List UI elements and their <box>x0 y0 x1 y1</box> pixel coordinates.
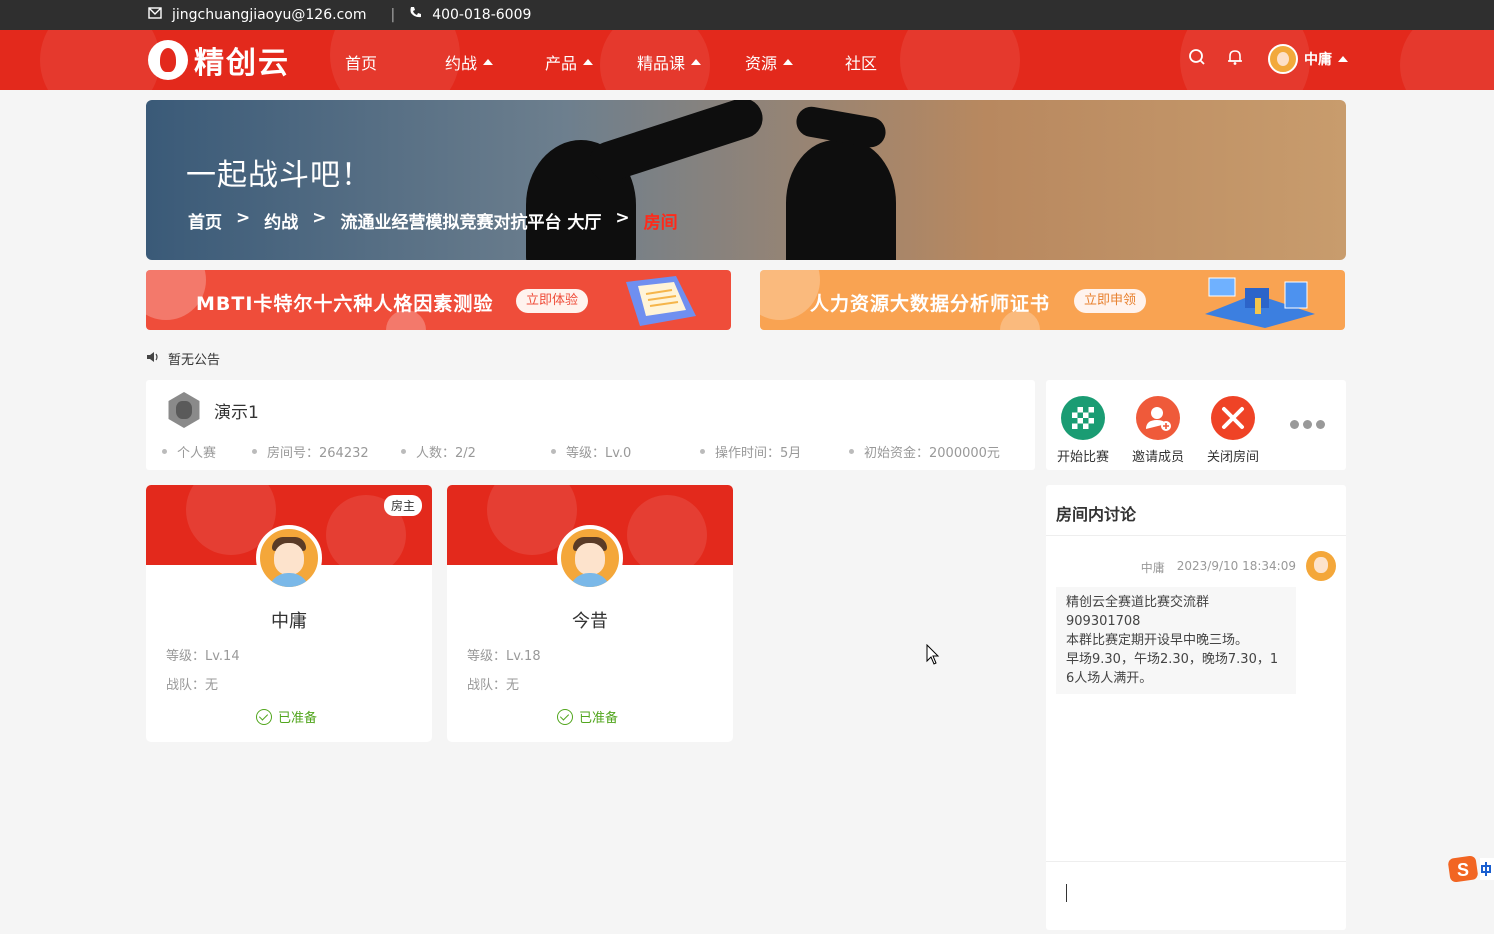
check-circle-icon <box>557 708 573 725</box>
mouse-pointer-icon <box>926 643 940 670</box>
chat-message-user: 中庸 <box>1140 561 1165 575</box>
user-name[interactable]: 中庸 <box>1304 49 1332 69</box>
contact-phone: 400-018-6009 <box>432 6 532 23</box>
invite-member-button[interactable]: 邀请成员 <box>1128 396 1188 465</box>
ready-status: 已准备 <box>557 707 618 726</box>
room-meta-funds: 初始资金：2000000元 <box>849 442 1000 461</box>
room-meta-players: 人数：2/2 <box>401 442 476 461</box>
add-user-icon <box>1136 396 1180 440</box>
search-icon[interactable] <box>1188 48 1206 70</box>
close-icon <box>1211 396 1255 440</box>
claim-now-button[interactable]: 立即申领 <box>1074 289 1147 313</box>
promo-hr-certificate[interactable]: 人力资源大数据分析师证书 立即申领 <box>760 270 1345 330</box>
try-now-button[interactable]: 立即体验 <box>516 289 589 313</box>
main-nav: 精创云 首页 约战 产品 精品课 资源 社区 中庸 <box>0 30 1494 90</box>
document-illustration-icon <box>616 276 706 328</box>
announcement-text: 暂无公告 <box>168 353 221 368</box>
ready-status: 已准备 <box>256 707 317 726</box>
player-level: 等级：Lv.14 <box>166 649 240 664</box>
owner-badge: 房主 <box>383 495 422 516</box>
ime-toolbar-icon[interactable]: S <box>1448 854 1494 884</box>
chat-message-text: 精创云全赛道比赛交流群 909301708 本群比赛定期开设早中晚三场。 早场9… <box>1056 587 1296 694</box>
speaker-icon <box>146 351 160 367</box>
room-meta-duration: 操作时间：5月 <box>700 442 801 461</box>
banner-title: 一起战斗吧！ <box>186 158 372 193</box>
checkered-flag-icon <box>1061 396 1105 440</box>
logo-text: 精创云 <box>194 46 290 81</box>
nav-item-community[interactable]: 社区 <box>845 50 905 74</box>
mail-icon <box>148 6 162 23</box>
breadcrumb-separator: > <box>236 208 251 228</box>
player-level: 等级：Lv.18 <box>467 649 541 664</box>
close-room-label: 关闭房间 <box>1206 450 1259 465</box>
promo-text: MBTI卡特尔十六种人格因素测验 <box>196 293 494 315</box>
player-avatar <box>256 525 322 591</box>
divider <box>1046 535 1346 536</box>
contact-email: jingchuangjiaoyu@126.com <box>172 6 367 23</box>
check-circle-icon <box>256 708 272 725</box>
room-meta-type: 个人赛 <box>162 442 216 461</box>
caret-up-icon <box>691 59 702 65</box>
room-meta-id: 房间号：264232 <box>252 442 369 461</box>
player-name: 中庸 <box>271 611 307 632</box>
breadcrumb-separator: > <box>615 208 630 228</box>
divider: | <box>390 6 396 23</box>
breadcrumb: 首页 > 约战 > 流通业经营模拟竞赛对抗平台 大厅 > 房间 <box>188 208 678 233</box>
text-cursor <box>1066 884 1067 902</box>
invite-member-label: 邀请成员 <box>1131 450 1184 465</box>
more-options-icon[interactable] <box>1290 420 1325 429</box>
start-game-label: 开始比赛 <box>1056 450 1109 465</box>
promo-mbti[interactable]: MBTI卡特尔十六种人格因素测验 立即体验 <box>146 270 731 330</box>
announcement: 暂无公告 <box>146 349 220 368</box>
caret-up-icon <box>783 59 794 65</box>
caret-up-icon[interactable] <box>1338 56 1348 62</box>
player-card: 房主 中庸 等级：Lv.14 战队：无 已准备 <box>146 485 432 742</box>
player-avatar <box>557 525 623 591</box>
chat-message-time: 2023/9/10 18:34:09 <box>1176 559 1296 573</box>
player-team: 战队：无 <box>467 678 520 693</box>
breadcrumb-home[interactable]: 首页 <box>188 208 222 233</box>
bell-icon[interactable] <box>1226 48 1244 70</box>
nav-item-courses[interactable]: 精品课 <box>637 50 745 74</box>
player-name: 今昔 <box>572 611 608 632</box>
nav-item-products[interactable]: 产品 <box>545 50 637 74</box>
nav-menu: 首页 约战 产品 精品课 资源 社区 <box>345 50 905 74</box>
site-logo[interactable]: 精创云 <box>148 38 290 82</box>
breadcrumb-battle[interactable]: 约战 <box>264 208 298 233</box>
player-team: 战队：无 <box>166 678 219 693</box>
promo-text: 人力资源大数据分析师证书 <box>810 293 1051 315</box>
nav-user-area: 中庸 <box>1188 44 1348 74</box>
caret-up-icon <box>583 59 594 65</box>
caret-up-icon <box>483 59 494 65</box>
svg-text:S: S <box>1457 860 1469 880</box>
nav-item-home[interactable]: 首页 <box>345 50 445 74</box>
nav-item-battle[interactable]: 约战 <box>445 50 545 74</box>
chat-user-avatar <box>1306 551 1336 581</box>
logo-icon <box>148 40 188 80</box>
room-name: 演示1 <box>214 402 259 423</box>
nav-item-resources[interactable]: 资源 <box>745 50 845 74</box>
room-actions-panel: 开始比赛 邀请成员 关闭房间 <box>1046 380 1346 470</box>
chat-message-meta: 中庸 2023/9/10 18:34:09 <box>1141 559 1296 576</box>
player-card: 今昔 等级：Lv.18 战队：无 已准备 <box>447 485 733 742</box>
chat-input[interactable] <box>1056 872 1336 928</box>
breadcrumb-separator: > <box>312 208 327 228</box>
room-chat-panel: 房间内讨论 中庸 2023/9/10 18:34:09 精创云全赛道比赛交流群 … <box>1046 485 1346 930</box>
chat-title: 房间内讨论 <box>1056 505 1137 524</box>
hero-banner: 一起战斗吧！ 首页 > 约战 > 流通业经营模拟竞赛对抗平台 大厅 > 房间 <box>146 100 1346 260</box>
phone-icon <box>409 6 422 23</box>
room-info-panel: 演示1 个人赛 房间号：264232 人数：2/2 等级：Lv.0 操作时间：5… <box>146 380 1035 470</box>
user-avatar[interactable] <box>1268 44 1298 74</box>
start-game-button[interactable]: 开始比赛 <box>1053 396 1113 465</box>
close-room-button[interactable]: 关闭房间 <box>1203 396 1263 465</box>
breadcrumb-lobby[interactable]: 流通业经营模拟竞赛对抗平台 大厅 <box>341 208 602 233</box>
chat-input-area <box>1046 861 1346 930</box>
contact-bar: jingchuangjiaoyu@126.com | 400-018-6009 <box>0 0 1494 30</box>
breadcrumb-current: 房间 <box>643 213 678 233</box>
room-meta-level: 等级：Lv.0 <box>551 442 631 461</box>
room-rank-badge-icon <box>168 392 200 428</box>
data-analytics-illustration-icon <box>1195 274 1325 328</box>
